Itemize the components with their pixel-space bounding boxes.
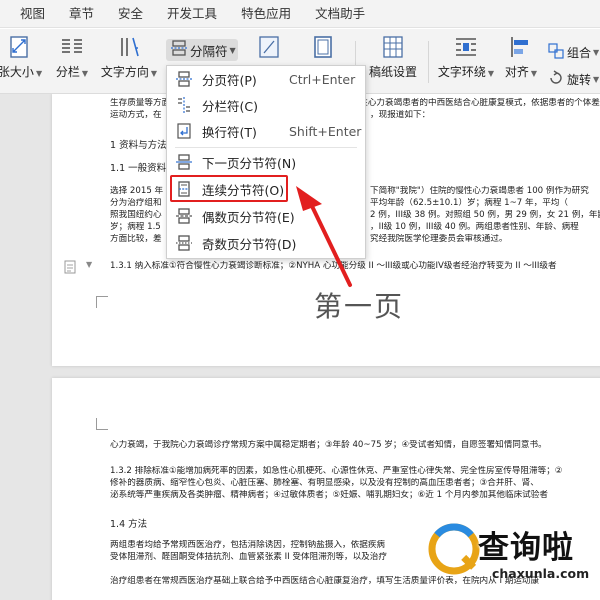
red-arrow-annotation — [296, 186, 352, 287]
watermark-brand-text: 查询啦 — [478, 530, 574, 566]
watermark-logo-icon — [424, 519, 484, 579]
watermark-brand-url: chaxunla.com — [492, 566, 590, 581]
